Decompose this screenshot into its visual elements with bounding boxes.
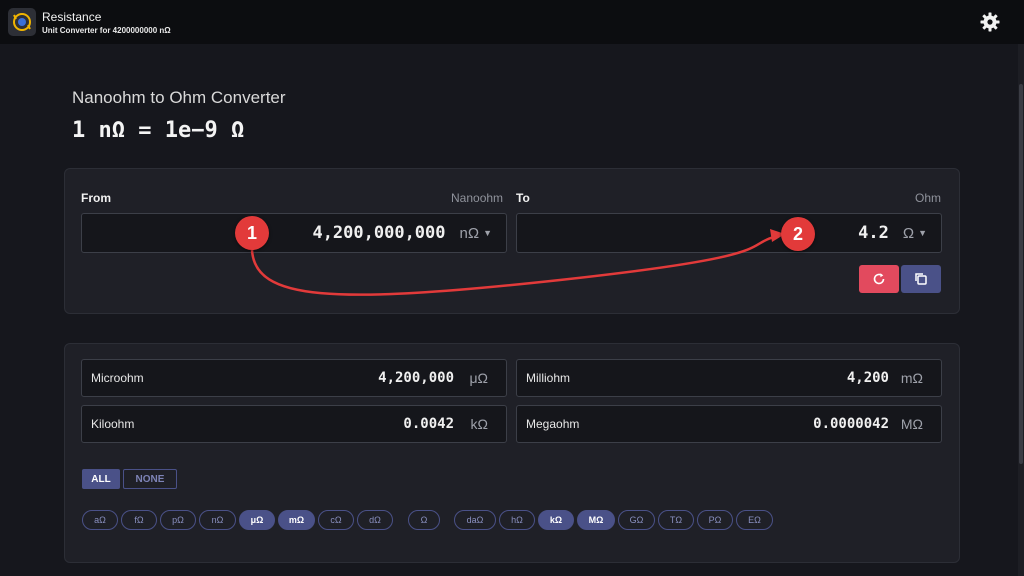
- result-name: Microohm: [91, 371, 144, 385]
- result-milliohm[interactable]: Milliohm 4,200 mΩ: [516, 359, 942, 397]
- unit-chip-dohm[interactable]: dΩ: [357, 510, 393, 530]
- annotation-badge-2: 2: [781, 217, 815, 251]
- unit-chip-nohm[interactable]: nΩ: [199, 510, 236, 530]
- unit-chip-hohm[interactable]: hΩ: [499, 510, 535, 530]
- result-microohm[interactable]: Microohm 4,200,000 μΩ: [81, 359, 507, 397]
- unit-chip-milliohm[interactable]: mΩ: [278, 510, 315, 530]
- unit-chip-pohm[interactable]: pΩ: [160, 510, 196, 530]
- result-value: 4,200,000: [378, 370, 454, 386]
- result-value: 0.0042: [403, 416, 454, 432]
- result-kiloohm[interactable]: Kiloohm 0.0042 kΩ: [81, 405, 507, 443]
- result-name: Kiloohm: [91, 417, 135, 431]
- unit-chip-tohm[interactable]: TΩ: [658, 510, 694, 530]
- unit-chip-fohm[interactable]: fΩ: [121, 510, 157, 530]
- unit-chip-gohm[interactable]: GΩ: [618, 510, 655, 530]
- result-unit: MΩ: [900, 416, 923, 432]
- result-value: 4,200: [846, 370, 889, 386]
- select-all-button[interactable]: ALL: [82, 469, 120, 489]
- result-name: Megaohm: [526, 417, 580, 431]
- result-value: 0.0000042: [813, 416, 889, 432]
- unit-chip-eohm[interactable]: EΩ: [736, 510, 773, 530]
- result-unit: kΩ: [470, 416, 488, 432]
- unit-chip-megaohm[interactable]: MΩ: [577, 510, 615, 530]
- unit-chip-microohm[interactable]: μΩ: [239, 510, 275, 530]
- unit-chip-cohm[interactable]: cΩ: [318, 510, 354, 530]
- result-unit: mΩ: [900, 370, 923, 386]
- unit-chip-ohm[interactable]: Ω: [408, 510, 440, 530]
- unit-chip-kiloohm[interactable]: kΩ: [538, 510, 574, 530]
- result-name: Milliohm: [526, 371, 571, 385]
- unit-chip-daohm[interactable]: daΩ: [454, 510, 496, 530]
- select-none-button[interactable]: NONE: [123, 469, 177, 489]
- result-megaohm[interactable]: Megaohm 0.0000042 MΩ: [516, 405, 942, 443]
- annotation-badge-1: 1: [235, 216, 269, 250]
- unit-chip-aohm[interactable]: aΩ: [82, 510, 118, 530]
- result-unit: μΩ: [469, 370, 488, 386]
- unit-chip-pohm-peta[interactable]: PΩ: [697, 510, 733, 530]
